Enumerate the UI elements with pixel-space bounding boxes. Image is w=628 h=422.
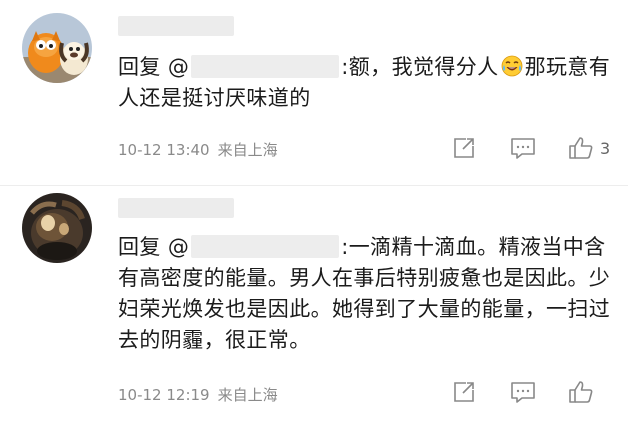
comment-date: 10-12 12:19 bbox=[118, 386, 210, 404]
reply-prefix: 回复 bbox=[118, 235, 161, 259]
like-button[interactable]: 3 bbox=[568, 134, 610, 162]
comment-meta: 10-12 12:19 来自上海 bbox=[118, 384, 278, 405]
username-redacted[interactable] bbox=[118, 198, 234, 218]
share-icon bbox=[454, 138, 474, 158]
comment-date: 10-12 13:40 bbox=[118, 141, 210, 159]
like-button[interactable] bbox=[568, 378, 600, 406]
reply-button[interactable] bbox=[510, 134, 536, 162]
comment-location: 来自上海 bbox=[217, 141, 278, 159]
comment-location: 来自上海 bbox=[217, 386, 278, 404]
avatar[interactable] bbox=[22, 193, 92, 263]
thumbs-up-icon bbox=[569, 137, 593, 159]
share-button[interactable] bbox=[452, 134, 476, 162]
comment-text-part1: :额，我觉得分人 bbox=[341, 55, 499, 79]
reply-prefix: 回复 bbox=[118, 55, 161, 79]
reply-button[interactable] bbox=[510, 378, 536, 406]
comment-icon bbox=[511, 138, 535, 159]
comment-item: 回复 @:一滴精十滴血。精液当中含有高密度的能量。男人在事后特别疲惫也是因此。少… bbox=[0, 186, 628, 422]
share-button[interactable] bbox=[452, 378, 476, 406]
thumbs-up-icon bbox=[569, 381, 593, 403]
comment-actions: 3 bbox=[452, 134, 622, 162]
share-icon bbox=[454, 382, 474, 402]
comment-item: 回复 @:额，我觉得分人 那玩意有人还是挺讨厌味道的 10-12 13:40 来自… bbox=[0, 0, 628, 186]
comment-actions bbox=[452, 378, 622, 406]
comment-text: 回复 @:额，我觉得分人 那玩意有人还是挺讨厌味道的 bbox=[118, 52, 618, 114]
at-sign: @ bbox=[167, 235, 190, 259]
mention-redacted[interactable] bbox=[191, 55, 340, 78]
laughing-crying-emoji-icon bbox=[501, 55, 522, 77]
avatar[interactable] bbox=[22, 13, 92, 83]
at-sign: @ bbox=[167, 55, 190, 79]
comment-meta: 10-12 13:40 来自上海 bbox=[118, 139, 278, 160]
dark-character-avatar-icon bbox=[22, 193, 92, 263]
username-redacted[interactable] bbox=[118, 16, 234, 36]
comment-icon bbox=[511, 382, 535, 403]
garfield-avatar-icon bbox=[22, 13, 92, 83]
comment-text: 回复 @:一滴精十滴血。精液当中含有高密度的能量。男人在事后特别疲惫也是因此。少… bbox=[118, 232, 618, 356]
like-count: 3 bbox=[600, 138, 611, 158]
mention-redacted[interactable] bbox=[191, 235, 340, 258]
